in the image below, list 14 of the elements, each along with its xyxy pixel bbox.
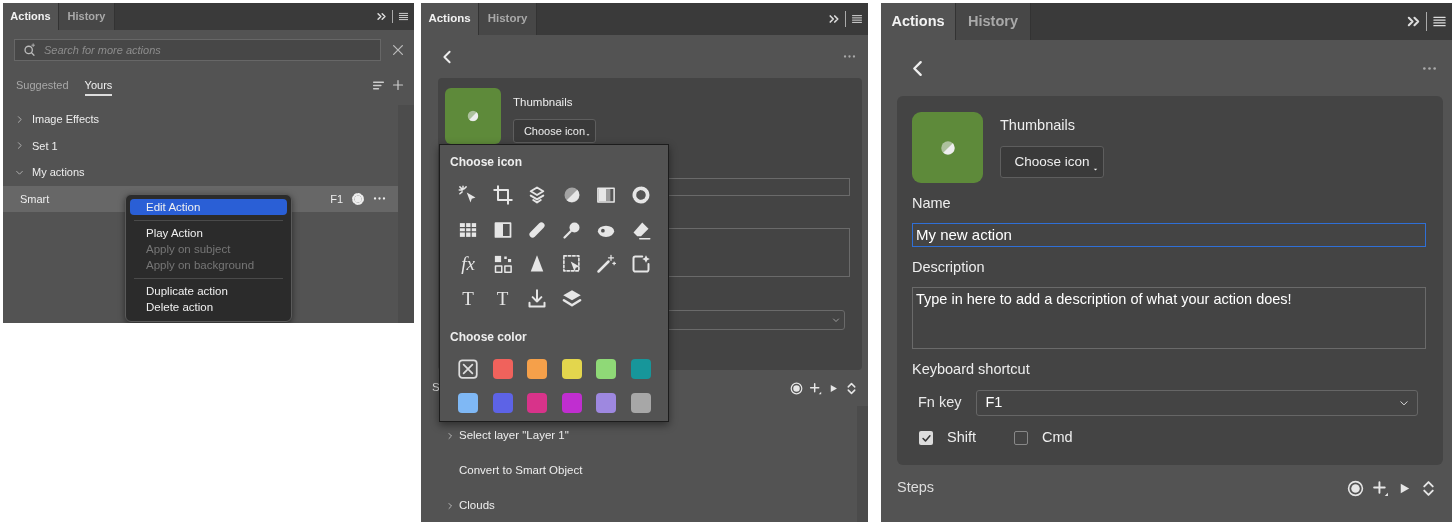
field-label: Keyboard shortcut — [912, 360, 1031, 378]
thumbnail-label: Thumbnails — [513, 95, 574, 110]
thumbnail-label: Thumbnails — [1000, 116, 1076, 134]
checkbox-label: Shift — [947, 428, 976, 448]
popover-heading: Choose icon — [450, 154, 523, 170]
action-name: Smart — [20, 191, 50, 207]
steps-heading: Steps — [897, 478, 935, 498]
field-label: Fn key — [917, 393, 962, 413]
popover-heading: Choose color — [450, 328, 528, 345]
steps-heading: S — [432, 380, 440, 396]
field-label: Name — [912, 194, 952, 212]
field-label: Description — [912, 258, 986, 276]
shortcut-label: F1 — [330, 191, 343, 207]
checkbox-label: Cmd — [1042, 428, 1073, 448]
